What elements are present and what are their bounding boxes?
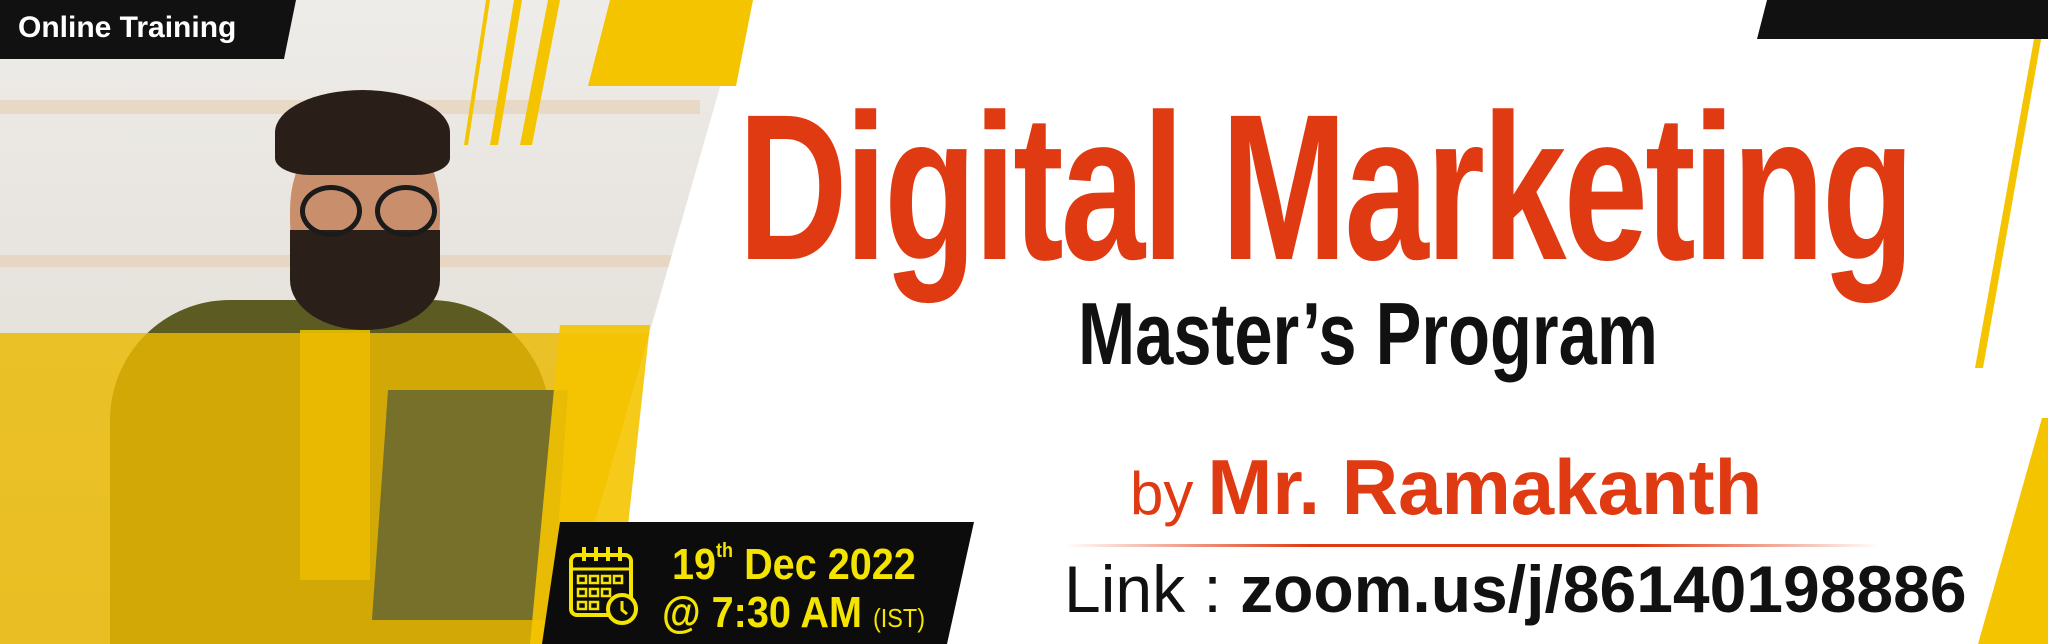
meeting-link: Link : zoom.us/j/86140198886 (1064, 556, 1967, 622)
decor-stripe (1975, 0, 2048, 368)
glasses (290, 185, 440, 237)
event-time-value: @ 7:30 AM (662, 588, 862, 637)
event-day-suffix: th (716, 540, 734, 562)
presenter-prefix: by (1130, 460, 1194, 527)
divider (1064, 544, 1880, 547)
page-title: Digital Marketing (738, 72, 1915, 304)
link-label: Link : (1064, 552, 1222, 626)
event-timezone: (IST) (873, 603, 925, 633)
person-beard (290, 230, 440, 330)
decor-block (588, 0, 753, 86)
event-month-year: Dec 2022 (744, 540, 916, 589)
presenter-name: Mr. Ramakanth (1207, 443, 1763, 531)
online-training-label: Online Training (18, 11, 237, 44)
decor-block (1978, 418, 2048, 644)
person-hair (275, 90, 450, 175)
link-url[interactable]: zoom.us/j/86140198886 (1240, 552, 1966, 626)
subtitle: Master’s Program (1078, 284, 1658, 383)
decor-black-bar (1757, 0, 2048, 39)
event-time: @ 7:30 AM (IST) (662, 588, 925, 638)
presenter: by Mr. Ramakanth (1130, 448, 1762, 526)
calendar-clock-icon (569, 547, 638, 625)
event-day: 19 (672, 540, 717, 589)
event-date: 19th Dec 2022 (672, 540, 916, 590)
